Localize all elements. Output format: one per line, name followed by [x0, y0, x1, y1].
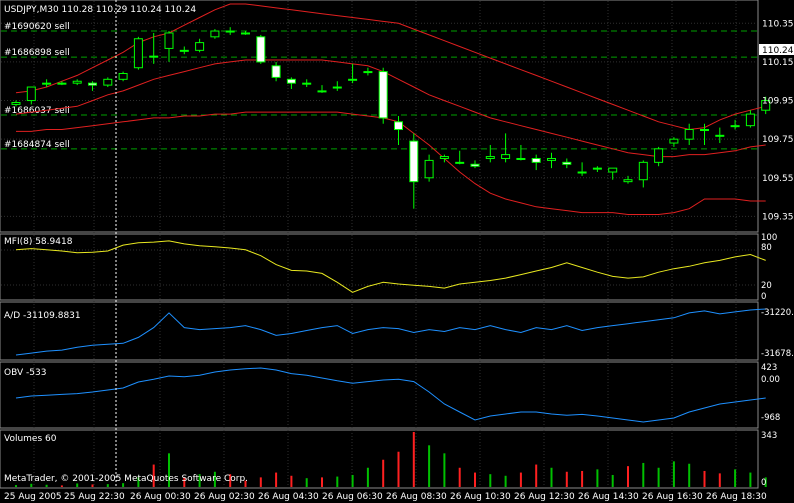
volume-scale-top: 343: [761, 431, 777, 441]
candle-body: [11, 101, 21, 105]
time-label: 26 Aug 08:30: [386, 492, 447, 502]
candle-body: [684, 129, 694, 140]
time-label: 26 Aug 06:30: [322, 492, 383, 502]
candle-body: [271, 65, 281, 78]
candle-body: [133, 38, 143, 69]
candle-body: [592, 167, 602, 170]
mfi-scale-100: 100: [761, 233, 777, 243]
price-tick-label: 110.35: [762, 19, 794, 29]
candle-body: [547, 157, 556, 161]
candle-body: [439, 156, 449, 159]
candle-body: [623, 179, 633, 183]
order-label: #1690620 sell: [4, 22, 70, 32]
candle-body: [195, 42, 205, 51]
time-label: 26 Aug 00:30: [130, 492, 191, 502]
candle-body: [409, 140, 419, 183]
candle-body: [455, 161, 465, 164]
time-label: 26 Aug 14:30: [578, 492, 639, 502]
candle-body: [317, 90, 327, 93]
candle-body: [531, 157, 541, 163]
candle-body: [638, 161, 648, 181]
candle-body: [302, 82, 312, 85]
candle-body: [363, 71, 373, 74]
candle-body: [394, 121, 403, 131]
time-label: 25 Aug 2005: [4, 492, 62, 502]
candle-body: [485, 156, 495, 159]
volume-label: Volumes 60: [4, 434, 57, 444]
order-label: #1686898 sell: [4, 48, 70, 58]
ad-scale-bottom: -31678.: [761, 349, 794, 359]
candle-body: [210, 30, 220, 38]
candle-body: [562, 161, 572, 165]
candle-body: [72, 80, 82, 84]
candle-body: [669, 138, 679, 144]
candle-body: [179, 49, 189, 52]
candle-body: [470, 163, 480, 167]
mfi-scale-20: 20: [761, 281, 772, 291]
candle-body: [26, 86, 36, 102]
current-price-value: 110.24: [762, 46, 794, 56]
obv-scale-top: 423: [761, 363, 777, 373]
obv-panel-frame: [0, 361, 759, 429]
candle-body: [225, 30, 235, 33]
candle-body: [424, 159, 434, 179]
time-label: 25 Aug 22:30: [64, 492, 125, 502]
terminal-chart[interactable]: #1690620 sell#1686898 sell#1686037 sell#…: [0, 0, 794, 503]
time-label: 26 Aug 12:30: [514, 492, 575, 502]
candle-body: [715, 134, 725, 137]
price-tick-label: 109.35: [762, 212, 794, 222]
price-tick-label: 109.95: [762, 97, 794, 107]
candle-body: [88, 82, 97, 86]
obv-scale-zero: 0.00: [761, 375, 780, 385]
candle-body: [42, 82, 52, 85]
candle-body: [745, 113, 755, 127]
obv-scale-bottom: -968: [761, 413, 780, 423]
candle-body: [654, 148, 664, 163]
candle-body: [149, 55, 159, 58]
price-tick-label: 109.75: [762, 135, 794, 145]
candle-body: [730, 125, 740, 128]
time-label: 26 Aug 02:30: [194, 492, 255, 502]
candle-body: [332, 86, 342, 89]
candle-body: [241, 32, 250, 35]
mfi-label: MFI(8) 58.9418: [4, 237, 73, 247]
candle-body: [164, 32, 174, 49]
time-label: 26 Aug 04:30: [258, 492, 319, 502]
order-label: #1684874 sell: [4, 140, 70, 150]
candle-body: [286, 78, 296, 84]
time-label: 26 Aug 18:30: [706, 492, 767, 502]
candle-body: [103, 78, 113, 86]
candle-body: [378, 71, 388, 119]
candle-body: [608, 167, 618, 173]
time-label: 26 Aug 10:30: [450, 492, 511, 502]
price-header: USDJPY,M30 110.28 110.29 110.24 110.24: [4, 5, 196, 15]
price-tick-label: 110.15: [762, 58, 794, 68]
candle-body: [118, 73, 128, 80]
candle-body: [700, 129, 709, 132]
watermark: MetaTrader, © 2001-2005 MetaQuotes Softw…: [4, 474, 248, 484]
mfi-panel-frame: [0, 233, 759, 301]
ad-label: A/D -31109.8831: [4, 311, 81, 321]
obv-label: OBV -533: [4, 368, 46, 378]
mfi-scale-0: 0: [761, 292, 766, 302]
candle-body: [256, 36, 266, 63]
ad-scale-top: -31220.: [761, 308, 794, 318]
mfi-scale-80: 80: [761, 243, 772, 253]
price-tick-label: 109.55: [762, 174, 794, 184]
candle-body: [348, 78, 358, 81]
time-label: 26 Aug 16:30: [642, 492, 703, 502]
candle-body: [57, 82, 67, 85]
candle-body: [501, 154, 511, 159]
ad-panel-frame: [0, 301, 759, 361]
volume-scale-zero: 0: [761, 478, 766, 488]
candle-body: [516, 157, 526, 160]
candle-body: [577, 171, 587, 174]
